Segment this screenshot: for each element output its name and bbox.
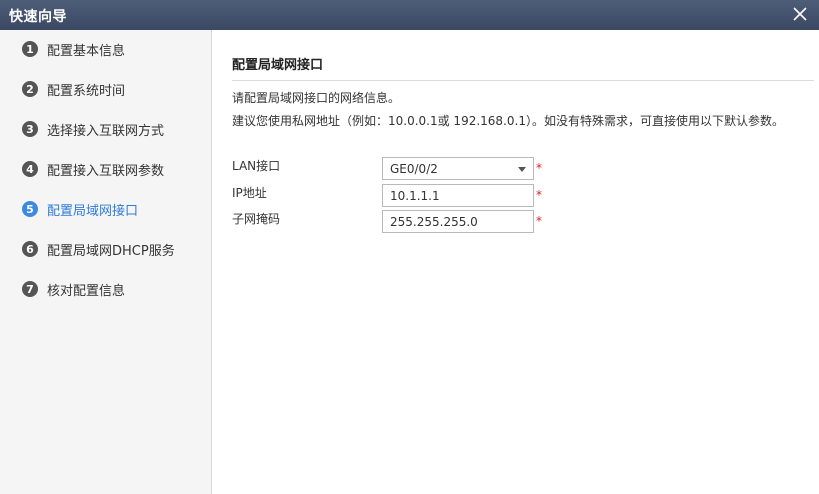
lan-interface-selected-value: GE0/0/2	[390, 161, 438, 176]
subnet-mask-label: 子网掩码	[232, 212, 281, 226]
step-label: 配置局域网DHCP服务	[47, 243, 175, 259]
required-marker: *	[536, 188, 542, 202]
step-lan-interface[interactable]: 5 配置局域网接口	[22, 199, 138, 219]
step-label: 核对配置信息	[47, 283, 126, 299]
step-number-badge: 7	[22, 281, 38, 297]
section-divider	[232, 80, 814, 81]
step-label: 配置基本信息	[47, 43, 126, 59]
step-number-badge: 5	[22, 201, 38, 217]
description-line-2: 建议您使用私网地址（例如：10.0.0.1或 192.168.0.1）。如没有特…	[232, 114, 784, 128]
chevron-down-icon[interactable]	[518, 167, 526, 172]
required-marker: *	[536, 161, 542, 175]
step-system-time[interactable]: 2 配置系统时间	[22, 79, 125, 99]
subnet-mask-input[interactable]	[382, 210, 534, 233]
step-internet-params[interactable]: 4 配置接入互联网参数	[22, 159, 164, 179]
step-number-badge: 1	[22, 41, 38, 57]
step-label: 配置接入互联网参数	[47, 163, 165, 179]
step-internet-method[interactable]: 3 选择接入互联网方式	[22, 119, 164, 139]
close-icon[interactable]	[791, 5, 809, 23]
ip-address-input[interactable]	[382, 184, 534, 207]
step-number-badge: 4	[22, 161, 38, 177]
section-title: 配置局域网接口	[232, 58, 324, 73]
description-line-1: 请配置局域网接口的网络信息。	[232, 91, 401, 105]
step-verify-config[interactable]: 7 核对配置信息	[22, 279, 125, 299]
dialog-title: 快速向导	[9, 9, 67, 25]
required-marker: *	[536, 214, 542, 228]
step-label: 配置系统时间	[47, 83, 126, 99]
step-number-badge: 6	[22, 241, 38, 257]
lan-interface-select[interactable]: GE0/0/2	[382, 157, 534, 180]
step-lan-dhcp[interactable]: 6 配置局域网DHCP服务	[22, 239, 175, 259]
main-panel: 配置局域网接口 请配置局域网接口的网络信息。 建议您使用私网地址（例如：10.0…	[212, 30, 819, 494]
wizard-steps-sidebar: 1 配置基本信息 2 配置系统时间 3 选择接入互联网方式 4 配置接入互联网参…	[0, 30, 212, 494]
step-number-badge: 2	[22, 81, 38, 97]
step-label: 配置局域网接口	[47, 203, 139, 219]
step-number-badge: 3	[22, 121, 38, 137]
dialog-titlebar: 快速向导	[0, 0, 819, 30]
step-label: 选择接入互联网方式	[47, 123, 165, 139]
step-basic-info[interactable]: 1 配置基本信息	[22, 39, 125, 59]
lan-interface-label: LAN接口	[232, 159, 281, 173]
ip-address-label: IP地址	[232, 186, 267, 200]
